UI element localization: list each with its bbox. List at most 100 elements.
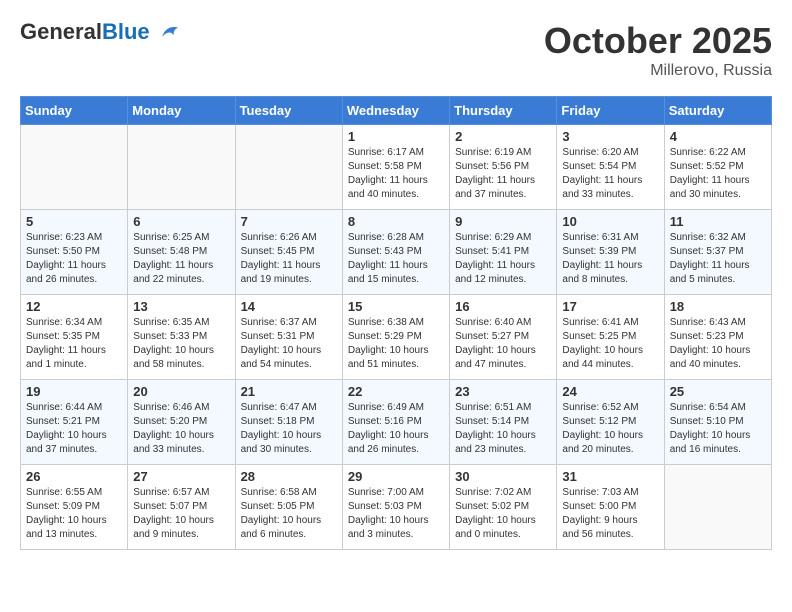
calendar-week-row: 19 Sunrise: 6:44 AMSunset: 5:21 PMDayligh… [21,380,772,465]
calendar-cell: 20 Sunrise: 6:46 AMSunset: 5:20 PMDayligh… [128,380,235,465]
day-number: 25 [670,384,766,399]
day-number: 17 [562,299,658,314]
day-number: 29 [348,469,444,484]
calendar-week-row: 12Sunrise: 6:34 AMSunset: 5:35 PMDayligh… [21,295,772,380]
calendar-cell: 14Sunrise: 6:37 AMSunset: 5:31 PMDayligh… [235,295,342,380]
day-number: 15 [348,299,444,314]
day-info: Sunrise: 6:38 AMSunset: 5:29 PMDaylight:… [348,316,444,372]
day-number: 20 [133,384,229,399]
calendar-cell: 5 Sunrise: 6:23 AMSunset: 5:50 PMDaylight… [21,210,128,295]
day-info: Sunrise: 7:00 AMSunset: 5:03 PMDaylight:… [348,486,444,542]
day-number: 10 [562,214,658,229]
calendar-cell: 11 Sunrise: 6:32 AMSunset: 5:37 PMDayligh… [664,210,771,295]
calendar-cell: 27 Sunrise: 6:57 AMSunset: 5:07 PMDayligh… [128,465,235,550]
day-number: 27 [133,469,229,484]
day-number: 21 [241,384,337,399]
day-number: 11 [670,214,766,229]
calendar-cell [21,125,128,210]
month-title: October 2025 [544,20,772,62]
day-info: Sunrise: 6:23 AMSunset: 5:50 PMDaylight:… [26,231,122,287]
calendar-cell [664,465,771,550]
day-info: Sunrise: 6:55 AMSunset: 5:09 PMDaylight:… [26,486,122,542]
day-number: 19 [26,384,122,399]
calendar-cell: 3 Sunrise: 6:20 AMSunset: 5:54 PMDaylight… [557,125,664,210]
weekday-header: Friday [557,97,664,125]
day-info: Sunrise: 6:44 AMSunset: 5:21 PMDaylight:… [26,401,122,457]
day-info: Sunrise: 6:22 AMSunset: 5:52 PMDaylight:… [670,146,766,202]
day-info: Sunrise: 6:54 AMSunset: 5:10 PMDaylight:… [670,401,766,457]
day-number: 28 [241,469,337,484]
day-info: Sunrise: 6:43 AMSunset: 5:23 PMDaylight:… [670,316,766,372]
day-number: 6 [133,214,229,229]
calendar-week-row: 1 Sunrise: 6:17 AMSunset: 5:58 PMDaylight… [21,125,772,210]
logo-general-text: General [20,19,102,44]
weekday-header: Wednesday [342,97,449,125]
calendar-week-row: 26 Sunrise: 6:55 AMSunset: 5:09 PMDayligh… [21,465,772,550]
page-header: GeneralBlue October 2025 Millerovo, Russ… [20,20,772,80]
day-number: 5 [26,214,122,229]
calendar-header-row: SundayMondayTuesdayWednesdayThursdayFrid… [21,97,772,125]
day-info: Sunrise: 6:26 AMSunset: 5:45 PMDaylight:… [241,231,337,287]
calendar-cell: 8Sunrise: 6:28 AMSunset: 5:43 PMDaylight… [342,210,449,295]
calendar-table: SundayMondayTuesdayWednesdayThursdayFrid… [20,96,772,550]
day-info: Sunrise: 6:46 AMSunset: 5:20 PMDaylight:… [133,401,229,457]
calendar-cell: 28 Sunrise: 6:58 AMSunset: 5:05 PMDayligh… [235,465,342,550]
calendar-cell: 10 Sunrise: 6:31 AMSunset: 5:39 PMDayligh… [557,210,664,295]
day-number: 16 [455,299,551,314]
day-info: Sunrise: 6:49 AMSunset: 5:16 PMDaylight:… [348,401,444,457]
calendar-cell: 12Sunrise: 6:34 AMSunset: 5:35 PMDayligh… [21,295,128,380]
day-info: Sunrise: 6:29 AMSunset: 5:41 PMDaylight:… [455,231,551,287]
calendar-cell: 1 Sunrise: 6:17 AMSunset: 5:58 PMDaylight… [342,125,449,210]
day-number: 7 [241,214,337,229]
day-info: Sunrise: 6:28 AMSunset: 5:43 PMDaylight:… [348,231,444,287]
calendar-cell: 7 Sunrise: 6:26 AMSunset: 5:45 PMDaylight… [235,210,342,295]
weekday-header: Sunday [21,97,128,125]
logo: GeneralBlue [20,20,182,45]
weekday-header: Thursday [450,97,557,125]
day-info: Sunrise: 6:25 AMSunset: 5:48 PMDaylight:… [133,231,229,287]
day-info: Sunrise: 7:02 AMSunset: 5:02 PMDaylight:… [455,486,551,542]
day-info: Sunrise: 6:57 AMSunset: 5:07 PMDaylight:… [133,486,229,542]
day-info: Sunrise: 6:20 AMSunset: 5:54 PMDaylight:… [562,146,658,202]
calendar-cell: 22Sunrise: 6:49 AMSunset: 5:16 PMDayligh… [342,380,449,465]
day-number: 13 [133,299,229,314]
calendar-cell: 6 Sunrise: 6:25 AMSunset: 5:48 PMDaylight… [128,210,235,295]
title-area: October 2025 Millerovo, Russia [544,20,772,80]
day-info: Sunrise: 6:34 AMSunset: 5:35 PMDaylight:… [26,316,122,372]
day-number: 23 [455,384,551,399]
calendar-cell: 26 Sunrise: 6:55 AMSunset: 5:09 PMDayligh… [21,465,128,550]
calendar-cell: 18Sunrise: 6:43 AMSunset: 5:23 PMDayligh… [664,295,771,380]
day-number: 30 [455,469,551,484]
calendar-cell: 25 Sunrise: 6:54 AMSunset: 5:10 PMDayligh… [664,380,771,465]
day-info: Sunrise: 6:51 AMSunset: 5:14 PMDaylight:… [455,401,551,457]
calendar-cell: 4Sunrise: 6:22 AMSunset: 5:52 PMDaylight… [664,125,771,210]
calendar-cell: 30 Sunrise: 7:02 AMSunset: 5:02 PMDayligh… [450,465,557,550]
day-number: 24 [562,384,658,399]
calendar-cell [235,125,342,210]
day-number: 26 [26,469,122,484]
calendar-cell: 17 Sunrise: 6:41 AMSunset: 5:25 PMDayligh… [557,295,664,380]
day-info: Sunrise: 6:17 AMSunset: 5:58 PMDaylight:… [348,146,444,202]
day-info: Sunrise: 6:32 AMSunset: 5:37 PMDaylight:… [670,231,766,287]
weekday-header: Saturday [664,97,771,125]
calendar-cell: 29 Sunrise: 7:00 AMSunset: 5:03 PMDayligh… [342,465,449,550]
calendar-cell: 31Sunrise: 7:03 AMSunset: 5:00 PMDayligh… [557,465,664,550]
day-info: Sunrise: 6:52 AMSunset: 5:12 PMDaylight:… [562,401,658,457]
day-number: 1 [348,129,444,144]
day-info: Sunrise: 6:41 AMSunset: 5:25 PMDaylight:… [562,316,658,372]
day-info: Sunrise: 6:31 AMSunset: 5:39 PMDaylight:… [562,231,658,287]
day-info: Sunrise: 6:58 AMSunset: 5:05 PMDaylight:… [241,486,337,542]
calendar-cell [128,125,235,210]
calendar-cell: 15 Sunrise: 6:38 AMSunset: 5:29 PMDayligh… [342,295,449,380]
calendar-cell: 13Sunrise: 6:35 AMSunset: 5:33 PMDayligh… [128,295,235,380]
location-subtitle: Millerovo, Russia [544,62,772,80]
calendar-cell: 2Sunrise: 6:19 AMSunset: 5:56 PMDaylight… [450,125,557,210]
calendar-cell: 23 Sunrise: 6:51 AMSunset: 5:14 PMDayligh… [450,380,557,465]
day-number: 14 [241,299,337,314]
day-number: 2 [455,129,551,144]
calendar-cell: 16 Sunrise: 6:40 AMSunset: 5:27 PMDayligh… [450,295,557,380]
day-info: Sunrise: 6:40 AMSunset: 5:27 PMDaylight:… [455,316,551,372]
day-number: 3 [562,129,658,144]
day-info: Sunrise: 7:03 AMSunset: 5:00 PMDaylight:… [562,486,658,542]
day-info: Sunrise: 6:47 AMSunset: 5:18 PMDaylight:… [241,401,337,457]
